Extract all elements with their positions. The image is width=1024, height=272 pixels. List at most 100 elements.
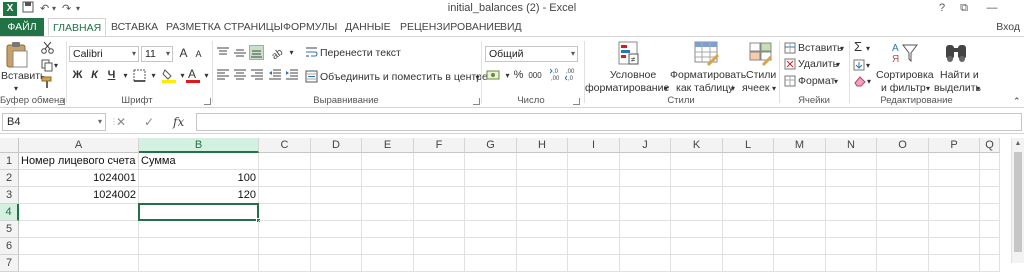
minimize-button[interactable]: — <box>984 1 1000 15</box>
cell-m1[interactable] <box>774 153 826 170</box>
merge-center-icon[interactable] <box>305 70 318 86</box>
tab-review[interactable]: РЕЦЕНЗИРОВАНИЕ <box>396 18 505 36</box>
font-name-combo[interactable]: Calibri ▾ <box>69 46 139 62</box>
cell-k1[interactable] <box>671 153 723 170</box>
cell-k5[interactable] <box>671 221 723 238</box>
cell-d4[interactable] <box>311 204 362 221</box>
align-right-icon[interactable] <box>250 69 264 84</box>
fill-color-icon[interactable] <box>162 68 176 86</box>
cell-m3[interactable] <box>774 187 826 204</box>
cell-j6[interactable] <box>620 238 671 255</box>
cell-e7[interactable] <box>362 255 414 272</box>
cell-q6[interactable] <box>980 238 1000 255</box>
column-header-l[interactable]: L <box>723 138 774 153</box>
cell-b3[interactable]: 120 <box>139 187 259 204</box>
cell-styles-label-1[interactable]: Стили <box>746 69 776 82</box>
format-cells-button[interactable]: Формат <box>798 75 835 88</box>
cell-e1[interactable] <box>362 153 414 170</box>
tab-formulas[interactable]: ФОРМУЛЫ <box>279 18 341 36</box>
cell-h4[interactable] <box>517 204 568 221</box>
percent-button[interactable]: % <box>511 68 526 83</box>
font-color-icon[interactable]: A <box>186 67 200 86</box>
tab-file[interactable]: ФАЙЛ <box>0 18 44 36</box>
paste-dropdown-icon[interactable]: ▾ <box>14 82 18 95</box>
cancel-button[interactable]: ✕ <box>116 113 126 131</box>
cell-k6[interactable] <box>671 238 723 255</box>
cell-a4[interactable] <box>19 204 139 221</box>
help-button[interactable]: ? <box>934 1 950 15</box>
cell-l4[interactable] <box>723 204 774 221</box>
number-format-combo[interactable]: Общий ▾ <box>485 46 578 62</box>
row-header-1[interactable]: 1 <box>0 153 19 170</box>
cell-f3[interactable] <box>414 187 465 204</box>
cell-m5[interactable] <box>774 221 826 238</box>
cell-q5[interactable] <box>980 221 1000 238</box>
paste-icon[interactable] <box>4 41 30 72</box>
cell-g5[interactable] <box>465 221 517 238</box>
cell-g4[interactable] <box>465 204 517 221</box>
cell-n4[interactable] <box>826 204 877 221</box>
underline-button[interactable]: Ч <box>104 68 119 83</box>
column-header-j[interactable]: J <box>620 138 671 153</box>
cell-b1[interactable]: Сумма <box>139 153 259 170</box>
scrollbar-thumb[interactable] <box>1014 152 1022 252</box>
cell-a3[interactable]: 1024002 <box>19 187 139 204</box>
cell-i5[interactable] <box>568 221 620 238</box>
cell-c2[interactable] <box>259 170 311 187</box>
cell-o7[interactable] <box>877 255 929 272</box>
font-size-combo[interactable]: 11 ▾ <box>141 46 173 62</box>
align-center-icon[interactable] <box>233 69 247 84</box>
merge-center-button[interactable]: Объединить и поместить в центре <box>320 71 488 84</box>
cell-a1[interactable]: Номер лицевого счета <box>19 153 139 170</box>
column-header-n[interactable]: N <box>826 138 877 153</box>
merge-dropdown-icon[interactable]: ▾ <box>470 70 485 85</box>
select-all-corner[interactable] <box>0 138 19 153</box>
cell-o3[interactable] <box>877 187 929 204</box>
enter-button[interactable]: ✓ <box>144 113 154 131</box>
copy-dropdown-icon[interactable]: ▾ <box>54 59 58 72</box>
signin-link[interactable]: Вход <box>996 18 1020 36</box>
delete-cells-icon[interactable] <box>784 58 796 73</box>
row-header-6[interactable]: 6 <box>0 238 19 255</box>
row-header-4[interactable]: 4 <box>0 204 19 221</box>
column-header-c[interactable]: C <box>259 138 311 153</box>
cell-m2[interactable] <box>774 170 826 187</box>
cell-b5[interactable] <box>139 221 259 238</box>
thousands-button[interactable]: 000 <box>526 68 544 83</box>
cell-k4[interactable] <box>671 204 723 221</box>
column-header-k[interactable]: K <box>671 138 723 153</box>
cell-f1[interactable] <box>414 153 465 170</box>
cell-a6[interactable] <box>19 238 139 255</box>
insert-dropdown-icon[interactable]: ▾ <box>840 42 844 55</box>
cell-d3[interactable] <box>311 187 362 204</box>
format-as-table-label-1[interactable]: Форматировать <box>670 69 746 82</box>
cell-j1[interactable] <box>620 153 671 170</box>
column-header-o[interactable]: O <box>877 138 929 153</box>
format-as-table-label-2[interactable]: как таблицу <box>676 82 734 95</box>
cell-j7[interactable] <box>620 255 671 272</box>
find-select-icon[interactable] <box>944 41 968 68</box>
cell-i6[interactable] <box>568 238 620 255</box>
cell-b2[interactable]: 100 <box>139 170 259 187</box>
cell-styles-dropdown-icon[interactable]: ▾ <box>772 82 776 95</box>
cell-j3[interactable] <box>620 187 671 204</box>
scroll-up-icon[interactable]: ▲ <box>1012 138 1024 150</box>
align-top-icon[interactable] <box>216 46 230 63</box>
cell-o2[interactable] <box>877 170 929 187</box>
tab-home[interactable]: ГЛАВНАЯ <box>48 18 107 36</box>
cell-m4[interactable] <box>774 204 826 221</box>
conditional-formatting-dropdown-icon[interactable]: ▾ <box>664 82 668 95</box>
cell-j5[interactable] <box>620 221 671 238</box>
cell-i1[interactable] <box>568 153 620 170</box>
increase-indent-icon[interactable] <box>285 69 299 84</box>
cell-d2[interactable] <box>311 170 362 187</box>
italic-button[interactable]: К <box>87 68 102 83</box>
cell-k7[interactable] <box>671 255 723 272</box>
cell-p6[interactable] <box>929 238 980 255</box>
column-header-a[interactable]: A <box>19 138 139 153</box>
cell-o1[interactable] <box>877 153 929 170</box>
sort-filter-label-2[interactable]: и фильтр <box>881 82 926 95</box>
cell-a5[interactable] <box>19 221 139 238</box>
cell-q1[interactable] <box>980 153 1000 170</box>
cell-g2[interactable] <box>465 170 517 187</box>
